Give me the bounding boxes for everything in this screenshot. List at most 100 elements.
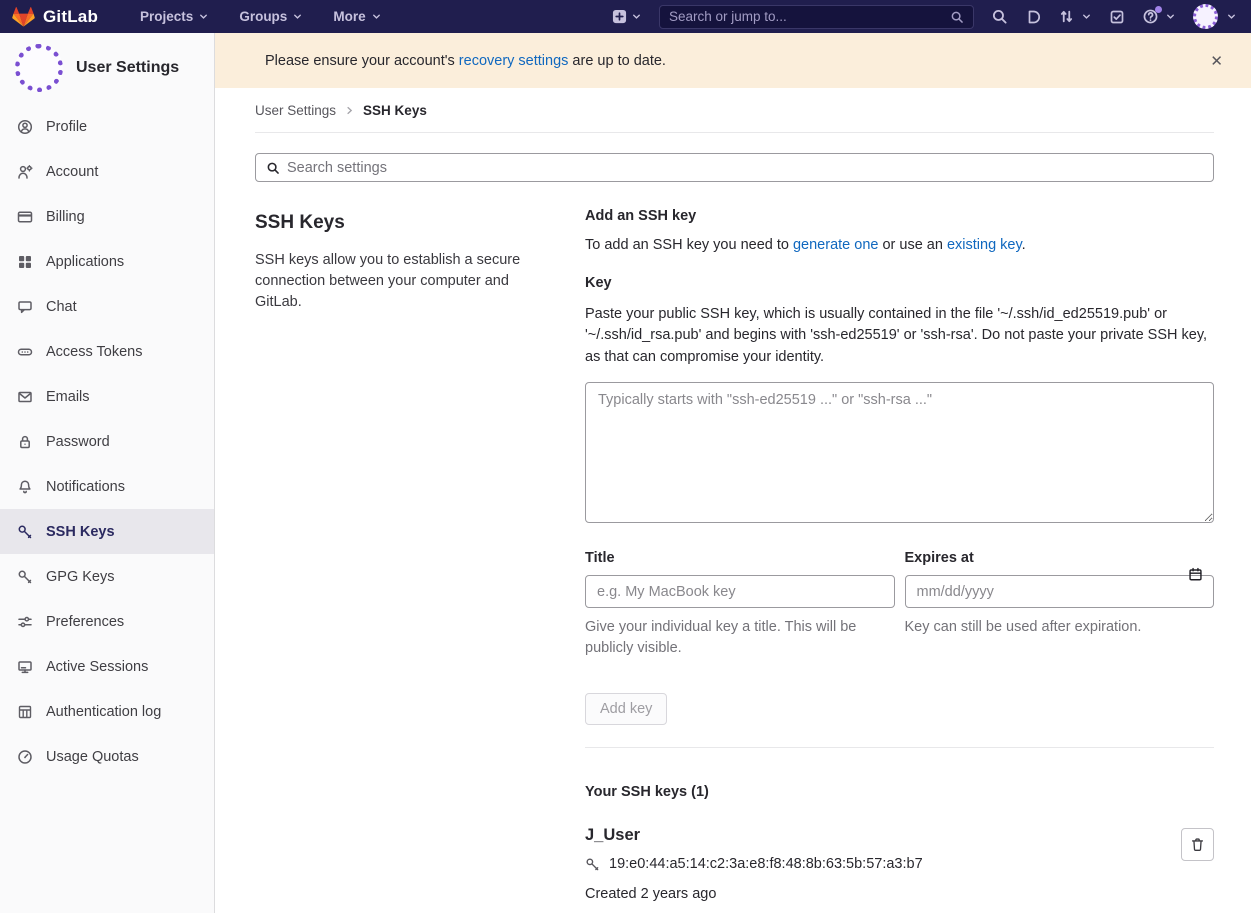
breadcrumb-user-settings[interactable]: User Settings [255,103,336,118]
nav-menu-label: Groups [239,9,287,24]
billing-icon [17,209,33,225]
ssh-key-form: Add an SSH key To add an SSH key you nee… [585,208,1214,913]
sidebar-item-label: Billing [46,209,85,225]
delete-key-button[interactable] [1181,828,1214,861]
form-intro: To add an SSH key you need to generate o… [585,237,1214,253]
merge-request-icon[interactable] [1058,8,1075,25]
plus-square-icon [612,9,627,24]
title-field-group: Title Give your individual key a title. … [585,550,895,659]
settings-search [255,153,1214,182]
title-expires-row: Title Give your individual key a title. … [585,550,1214,659]
section-divider [585,747,1214,748]
sidebar-item-applications[interactable]: Applications [0,239,214,284]
sidebar-item-label: Applications [46,254,124,270]
sidebar-item-usage-quotas[interactable]: Usage Quotas [0,734,214,779]
navbar-right [612,4,1237,29]
sidebar-item-notifications[interactable]: Notifications [0,464,214,509]
search-icon [266,161,280,175]
key-created: Created 2 years ago [585,886,1214,902]
expires-date-input[interactable] [905,575,1215,608]
log-icon [17,704,33,720]
search-icon [950,10,964,24]
notification-dot [1155,6,1162,13]
issues-icon[interactable] [1025,9,1041,25]
brand-name: GitLab [43,7,98,27]
nav-menu-more[interactable]: More [333,9,381,24]
sidebar-item-label: Notifications [46,479,125,495]
chevron-down-icon[interactable] [1226,11,1237,22]
nav-menu-label: Projects [140,9,193,24]
sidebar-header: User Settings [0,33,214,96]
sidebar-item-gpg-keys[interactable]: GPG Keys [0,554,214,599]
calendar-icon[interactable] [1188,567,1203,582]
search-icon-button[interactable] [991,8,1008,25]
settings-sidebar: User Settings ProfileAccount Billing Appli… [0,33,215,913]
chevron-down-icon[interactable] [1165,11,1176,22]
sidebar-item-access-tokens[interactable]: Access Tokens [0,329,214,374]
sidebar-item-label: Active Sessions [46,659,148,675]
sidebar-item-label: Emails [46,389,90,405]
title-input[interactable] [585,575,895,608]
sidebar-item-profile[interactable]: Profile [0,104,214,149]
token-icon [17,344,33,360]
sidebar-item-emails[interactable]: Emails [0,374,214,419]
sidebar-item-label: Usage Quotas [46,749,139,765]
content-area: Please ensure your account's recovery se… [215,33,1251,913]
applications-icon [17,254,33,270]
navbar-menus: Projects Groups More [140,9,382,24]
ssh-key-item: J_User 19:e0:44:a5:14:c2:3a:e8:f8:48:8b:… [585,826,1214,913]
chevron-down-icon[interactable] [1081,11,1092,22]
bell-icon [17,479,33,495]
sidebar-item-authentication-log[interactable]: Authentication log [0,689,214,734]
close-icon[interactable]: ✕ [1204,48,1229,74]
help-icon[interactable] [1142,8,1159,25]
sidebar-item-preferences[interactable]: Preferences [0,599,214,644]
add-key-button[interactable]: Add key [585,693,667,725]
ssh-key-textarea[interactable] [585,382,1214,523]
sidebar-item-label: Password [46,434,110,450]
todos-icon[interactable] [1109,9,1125,25]
title-label: Title [585,550,895,566]
section-summary: SSH Keys SSH keys allow you to establish… [255,208,585,913]
sidebar-item-password[interactable]: Password [0,419,214,464]
settings-search-input[interactable] [287,160,1203,176]
expires-label: Expires at [905,550,1215,566]
sidebar-item-billing[interactable]: Billing [0,194,214,239]
your-ssh-keys-title: Your SSH keys (1) [585,784,1214,800]
sidebar-item-chat[interactable]: Chat [0,284,214,329]
recovery-settings-link[interactable]: recovery settings [459,53,569,69]
sliders-icon [17,614,33,630]
generate-one-link[interactable]: generate one [793,237,878,253]
breadcrumb: User Settings SSH Keys [255,88,1214,133]
sidebar-item-label: SSH Keys [46,524,115,540]
sidebar-item-label: Preferences [46,614,124,630]
gauge-icon [17,749,33,765]
sidebar-item-label: GPG Keys [46,569,115,585]
gitlab-logo[interactable]: GitLab [12,6,98,28]
expires-field-group: Expires at Key can still be used after e… [905,550,1215,659]
sidebar-nav: ProfileAccount Billing Applications ChatAcc… [0,104,214,779]
global-search-input[interactable] [669,9,950,24]
sidebar-item-account[interactable]: Account [0,149,214,194]
intro-text: . [1022,237,1026,253]
new-menu-button[interactable] [612,9,642,24]
existing-key-link[interactable]: existing key [947,237,1022,253]
nav-menu-groups[interactable]: Groups [239,9,303,24]
nav-menu-projects[interactable]: Projects [140,9,209,24]
key-label: Key [585,275,1214,291]
lock-icon [17,434,33,450]
user-avatar[interactable] [1193,4,1218,29]
chat-icon [17,299,33,315]
key-fingerprint: 19:e0:44:a5:14:c2:3a:e8:f8:48:8b:63:5b:5… [609,856,923,872]
sidebar-title: User Settings [76,59,179,77]
sidebar-item-active-sessions[interactable]: Active Sessions [0,644,214,689]
main-section: SSH Keys SSH keys allow you to establish… [255,208,1214,913]
chevron-down-icon [198,11,209,22]
sidebar-item-ssh-keys[interactable]: SSH Keys [0,509,214,554]
email-icon [17,389,33,405]
form-title: Add an SSH key [585,208,1214,224]
key-icon [17,569,33,585]
intro-text: or use an [878,237,947,253]
breadcrumb-ssh-keys: SSH Keys [363,103,427,118]
key-fingerprint-row: 19:e0:44:a5:14:c2:3a:e8:f8:48:8b:63:5b:5… [585,856,1214,872]
